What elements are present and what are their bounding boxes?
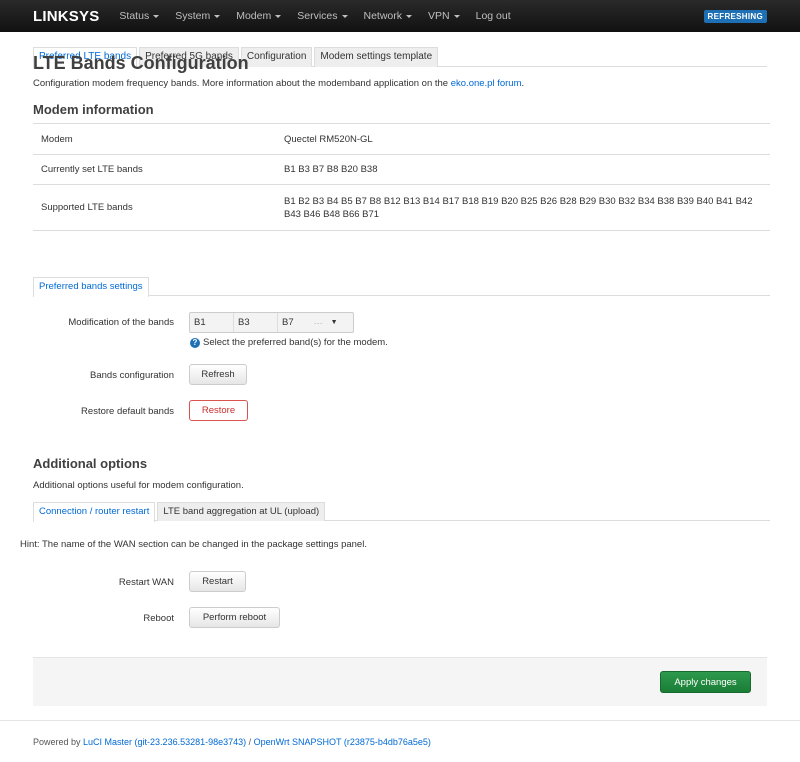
refresh-button[interactable]: Refresh — [189, 364, 247, 385]
chevron-down-icon — [214, 15, 221, 18]
menu-services[interactable]: Services — [289, 10, 355, 22]
dropdown-caret-icon: ▼ — [330, 319, 338, 326]
luci-link[interactable]: LuCI Master (git-23.236.53281-98e3743) — [83, 737, 246, 747]
menu-system[interactable]: System — [167, 10, 228, 22]
selected-band-label: B7 — [282, 317, 294, 328]
row-label: Modem — [33, 123, 276, 155]
menu-system-label: System — [175, 10, 211, 22]
openwrt-link[interactable]: OpenWrt SNAPSHOT (r23875-b4db76a5e5) — [254, 737, 431, 747]
menu-vpn[interactable]: VPN — [420, 10, 468, 22]
main-menu: Status System Modem Services Network VPN… — [111, 10, 518, 22]
top-navbar: LINKSYS Status System Modem Services Net… — [0, 0, 800, 32]
chevron-down-icon — [406, 15, 413, 18]
bands-config-label: Bands configuration — [90, 370, 174, 381]
row-value: B1 B2 B3 B4 B5 B7 B8 B12 B13 B14 B17 B18… — [276, 184, 770, 231]
more-indicator: ··· — [313, 317, 323, 328]
menu-logout[interactable]: Log out — [468, 10, 519, 22]
menu-modem[interactable]: Modem — [228, 10, 289, 22]
restart-wan-label: Restart WAN — [118, 577, 174, 588]
help-icon: ? — [190, 337, 200, 348]
tab-modem-settings-template[interactable]: Modem settings template — [314, 47, 439, 67]
menu-network-label: Network — [363, 10, 403, 22]
additional-options-description: Additional options useful for modem conf… — [33, 480, 244, 491]
chevron-down-icon — [275, 15, 282, 18]
modem-info-table: Modem Quectel RM520N-GL Currently set LT… — [33, 123, 770, 231]
footer: Powered by LuCI Master (git-23.236.53281… — [33, 737, 431, 747]
bands-multiselect[interactable]: B1 B3 B7 ··· ▼ — [189, 312, 354, 333]
footer-prefix: Powered by — [33, 737, 84, 747]
row-label: Currently set LTE bands — [33, 154, 276, 185]
footer-divider — [0, 720, 800, 721]
modem-info-heading: Modem information — [33, 102, 154, 117]
selected-band: B7 ··· ▼ — [278, 313, 338, 332]
page-description: Configuration modem frequency bands. Mor… — [33, 78, 524, 89]
row-label: Supported LTE bands — [33, 184, 276, 231]
brand-logo[interactable]: LINKSYS — [33, 8, 99, 25]
preferred-settings-tabs: Preferred bands settings — [33, 277, 770, 297]
footer-separator: / — [246, 737, 254, 747]
modification-label: Modification of the bands — [68, 317, 174, 328]
table-row: Modem Quectel RM520N-GL — [33, 123, 770, 155]
tab-lte-band-aggregation[interactable]: LTE band aggregation at UL (upload) — [157, 502, 326, 521]
additional-options-tabs: Connection / router restart LTE band agg… — [33, 502, 770, 522]
additional-options-heading: Additional options — [33, 456, 148, 471]
row-value: Quectel RM520N-GL — [276, 123, 770, 155]
page-description-suffix: . — [521, 78, 525, 89]
restore-button[interactable]: Restore — [189, 400, 248, 421]
restore-default-label: Restore default bands — [81, 406, 174, 417]
wan-hint: Hint: The name of the WAN section can be… — [20, 539, 367, 550]
tab-preferred-bands-settings[interactable]: Preferred bands settings — [33, 277, 149, 297]
apply-bar: Apply changes — [33, 657, 767, 706]
bands-hint-text: Select the preferred band(s) for the mod… — [203, 337, 388, 348]
bands-hint: ? Select the preferred band(s) for the m… — [190, 337, 388, 348]
selected-band: B1 — [190, 313, 234, 332]
reboot-button[interactable]: Perform reboot — [189, 607, 280, 628]
menu-network[interactable]: Network — [356, 10, 421, 22]
table-row: Supported LTE bands B1 B2 B3 B4 B5 B7 B8… — [33, 184, 770, 231]
chevron-down-icon — [153, 15, 160, 18]
table-row: Currently set LTE bands B1 B3 B7 B8 B20 … — [33, 154, 770, 185]
selected-band: B3 — [234, 313, 278, 332]
chevron-down-icon — [341, 15, 348, 18]
tab-connection-router-restart[interactable]: Connection / router restart — [33, 502, 156, 522]
page-description-text: Configuration modem frequency bands. Mor… — [33, 78, 451, 89]
apply-changes-button[interactable]: Apply changes — [660, 671, 751, 693]
status-badge: REFRESHING — [703, 10, 767, 23]
menu-vpn-label: VPN — [428, 10, 450, 22]
row-value: B1 B3 B7 B8 B20 B38 — [276, 154, 770, 185]
menu-modem-label: Modem — [236, 10, 272, 22]
restart-wan-button[interactable]: Restart — [189, 571, 246, 592]
menu-status[interactable]: Status — [111, 10, 167, 22]
menu-status-label: Status — [119, 10, 150, 22]
chevron-down-icon — [453, 15, 460, 18]
menu-services-label: Services — [297, 10, 338, 22]
tab-configuration[interactable]: Configuration — [240, 47, 313, 67]
forum-link[interactable]: eko.one.pl forum — [451, 78, 522, 89]
page-title: LTE Bands Configuration — [33, 53, 249, 73]
reboot-label: Reboot — [143, 613, 174, 624]
